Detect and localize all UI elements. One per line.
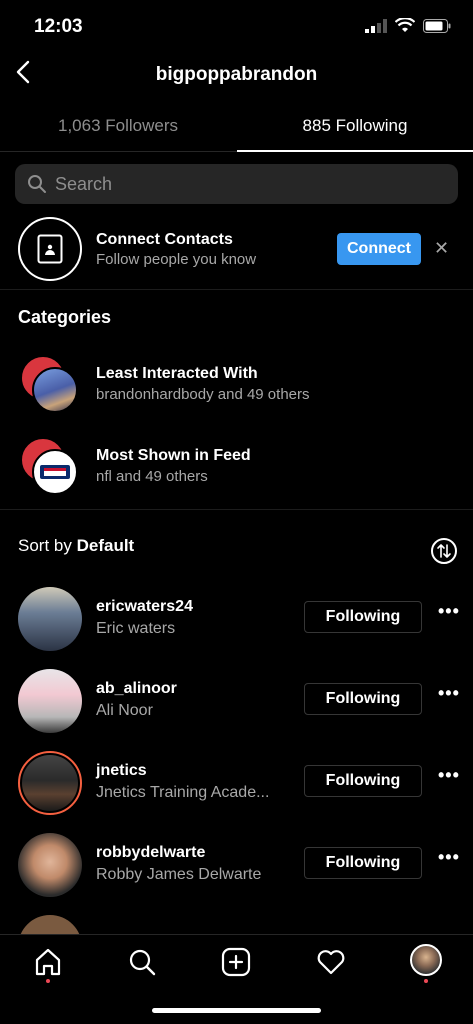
battery-icon	[423, 18, 451, 33]
following-button[interactable]: Following	[304, 765, 422, 797]
divider	[0, 509, 473, 510]
sort-control[interactable]: Sort by Default	[18, 536, 134, 556]
contacts-avatar	[18, 217, 82, 281]
more-options-icon[interactable]: •••	[438, 765, 460, 786]
search-bar[interactable]	[15, 164, 458, 204]
signal-icon	[365, 18, 387, 33]
new-post-icon[interactable]	[221, 947, 251, 977]
page-title: bigpoppabrandon	[155, 64, 318, 85]
category-title: Most Shown in Feed	[96, 447, 251, 464]
category-subtitle: brandonhardbody and 49 others	[96, 386, 310, 403]
user-name: Eric waters	[96, 620, 176, 637]
status-icons	[365, 18, 451, 33]
connect-subtitle: Follow people you know	[96, 251, 257, 268]
avatar[interactable]	[18, 915, 82, 934]
nfl-logo-icon	[40, 465, 70, 479]
heart-icon[interactable]	[316, 947, 346, 977]
sort-prefix: Sort by	[18, 536, 72, 555]
sort-value: Default	[76, 536, 135, 555]
search-input[interactable]	[55, 164, 445, 204]
notification-dot	[424, 979, 428, 983]
contact-card-icon	[37, 234, 63, 264]
following-button[interactable]: Following	[304, 601, 422, 633]
avatar	[22, 755, 78, 811]
avatar[interactable]	[18, 587, 82, 651]
more-options-icon[interactable]: •••	[438, 601, 460, 622]
more-options-icon[interactable]: •••	[438, 683, 460, 704]
avatar	[32, 449, 78, 495]
home-indicator	[152, 1008, 321, 1013]
user-name: Ali Noor	[96, 702, 153, 719]
profile-avatar[interactable]	[410, 944, 442, 976]
sort-arrows-icon	[437, 544, 451, 558]
avatar[interactable]	[18, 669, 82, 733]
following-button[interactable]: Following	[304, 847, 422, 879]
category-subtitle: nfl and 49 others	[96, 468, 208, 485]
user-name: Robby James Delwarte	[96, 866, 262, 883]
list-item[interactable]	[0, 915, 473, 934]
category-least-interacted[interactable]: Least Interacted With brandonhardbody an…	[0, 355, 473, 425]
status-bar: 12:03	[0, 0, 473, 52]
avatar	[32, 367, 78, 413]
header: bigpoppabrandon	[0, 52, 473, 98]
search-icon[interactable]	[127, 947, 157, 977]
active-tab-indicator	[237, 150, 473, 152]
dismiss-icon[interactable]: ✕	[434, 238, 449, 259]
categories-heading: Categories	[18, 307, 112, 327]
tab-followers[interactable]: 1,063 Followers	[0, 100, 236, 152]
category-avatars	[20, 437, 82, 499]
avatar[interactable]	[18, 833, 82, 897]
connect-contacts-row: Connect Contacts Follow people you know …	[0, 214, 473, 290]
follow-tabs: 1,063 Followers 885 Following	[0, 100, 473, 152]
user-handle: ericwaters24	[96, 598, 193, 615]
category-title: Least Interacted With	[96, 365, 258, 382]
home-icon[interactable]	[33, 947, 63, 977]
avatar-with-story[interactable]	[18, 751, 82, 815]
user-handle: jnetics	[96, 762, 147, 779]
user-name: Jnetics Training Acade...	[96, 784, 270, 801]
connect-button[interactable]: Connect	[337, 233, 421, 265]
user-handle: robbydelwarte	[96, 844, 206, 861]
wifi-icon	[395, 18, 415, 32]
notification-dot	[46, 979, 50, 983]
list-item[interactable]: jnetics Jnetics Training Acade... Follow…	[0, 751, 473, 833]
list-item[interactable]: ab_alinoor Ali Noor Following •••	[0, 669, 473, 751]
search-icon	[28, 175, 46, 193]
category-most-shown[interactable]: Most Shown in Feed nfl and 49 others	[0, 437, 473, 507]
more-options-icon[interactable]: •••	[438, 847, 460, 868]
tab-following[interactable]: 885 Following	[237, 100, 473, 152]
category-avatars	[20, 355, 82, 417]
sort-icon[interactable]	[431, 538, 457, 564]
user-handle: ab_alinoor	[96, 680, 177, 697]
following-button[interactable]: Following	[304, 683, 422, 715]
status-time: 12:03	[34, 16, 83, 37]
list-item[interactable]: robbydelwarte Robby James Delwarte Follo…	[0, 833, 473, 915]
list-item[interactable]: ericwaters24 Eric waters Following •••	[0, 587, 473, 669]
connect-title: Connect Contacts	[96, 231, 233, 248]
